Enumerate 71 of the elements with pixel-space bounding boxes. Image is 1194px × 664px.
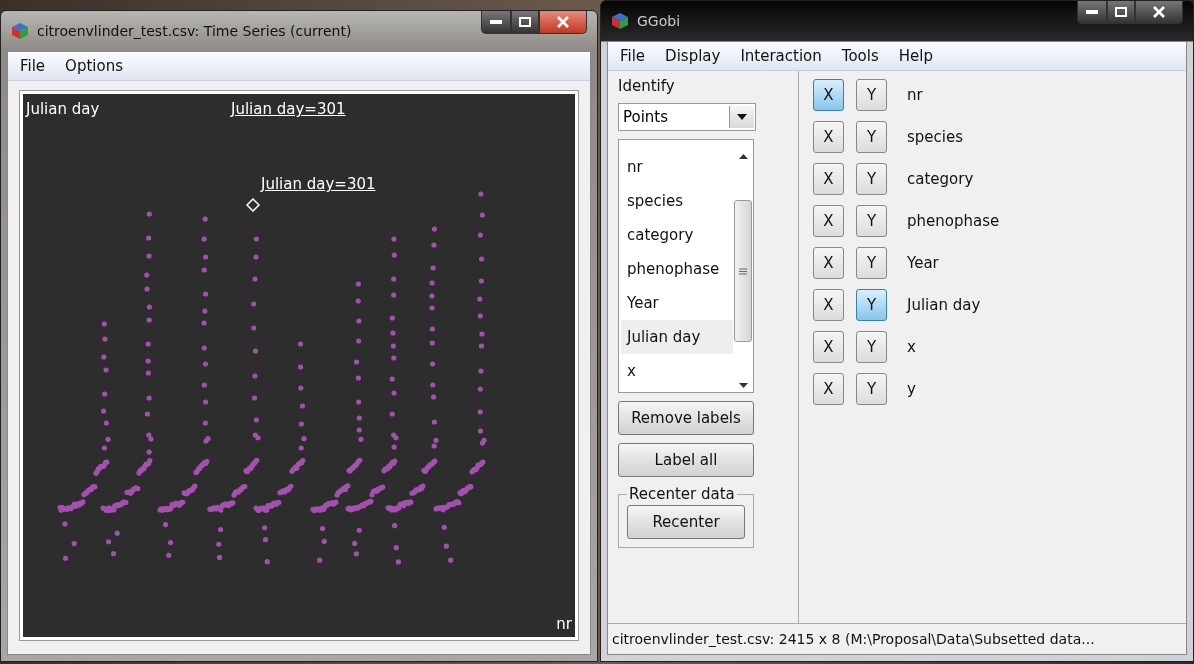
x-toggle-button[interactable]: X (813, 205, 844, 237)
x-toggle-button[interactable]: X (813, 163, 844, 195)
variable-name: category (907, 170, 974, 188)
y-axis-label: Julian day (26, 100, 100, 118)
caret-icon (737, 114, 747, 120)
maximize-button[interactable] (511, 11, 539, 34)
maximize-icon (1115, 7, 1127, 17)
maximize-icon (519, 17, 531, 27)
list-item[interactable]: Year (621, 286, 733, 320)
status-text: citroenvlinder_test.csv: 2415 x 8 (M:\Proposal\Data\Subsetted data... (612, 631, 1095, 647)
list-item[interactable]: nr (621, 150, 733, 184)
window-title: citroenvlinder_test.csv: Time Series (current) (37, 23, 353, 39)
action-button[interactable]: Label all (618, 443, 754, 477)
menu-item[interactable]: Help (898, 47, 933, 65)
scroll-down-icon[interactable] (738, 383, 748, 388)
minimize-icon (1086, 10, 1098, 14)
variable-name: Julian day (907, 296, 981, 314)
y-toggle-button[interactable]: Y (856, 79, 887, 111)
y-toggle-button[interactable]: Y (856, 247, 887, 279)
x-toggle-button[interactable]: X (813, 331, 844, 363)
menu-item[interactable]: Tools (841, 47, 879, 65)
y-toggle-button[interactable]: Y (856, 205, 887, 237)
list-item[interactable]: category (621, 218, 733, 252)
list-item[interactable]: Julian day (621, 320, 733, 354)
x-toggle-button[interactable]: X (813, 121, 844, 153)
cube-logo-icon (11, 22, 29, 40)
scroll-thumb[interactable] (734, 200, 752, 342)
list-item[interactable]: x (621, 354, 733, 388)
x-axis-label: nr (556, 615, 572, 633)
menu-item[interactable]: Options (65, 57, 123, 75)
variable-name: y (907, 380, 916, 398)
close-button[interactable] (1135, 1, 1183, 24)
x-toggle-button[interactable]: X (813, 247, 844, 279)
scroll-up-icon[interactable] (738, 154, 748, 159)
hover-label: Julian day=301 (231, 100, 346, 118)
variable-name: x (907, 338, 916, 356)
close-button[interactable] (539, 11, 587, 34)
close-icon (557, 16, 569, 28)
variable-name: species (907, 128, 964, 146)
maximize-button[interactable] (1107, 1, 1135, 24)
cube-logo-icon (611, 12, 629, 30)
grip-icon (739, 267, 747, 275)
group-title: Recenter data (628, 485, 736, 503)
y-toggle-button[interactable]: Y (856, 331, 887, 363)
menu-item[interactable]: File (620, 47, 646, 65)
list-item[interactable]: species (621, 184, 733, 218)
recenter-button[interactable]: Recenter (627, 505, 745, 539)
variable-name: nr (907, 86, 923, 104)
y-toggle-button[interactable]: Y (856, 373, 887, 405)
minimize-button[interactable] (1077, 1, 1107, 24)
y-toggle-button[interactable]: Y (856, 289, 887, 321)
action-button[interactable]: Remove labels (618, 401, 754, 435)
menu-item[interactable]: Interaction (740, 47, 822, 65)
variable-name: Year (907, 254, 939, 272)
menu-item[interactable]: Display (665, 47, 721, 65)
point-label: Julian day=301 (261, 175, 376, 193)
list-item[interactable]: phenophase (621, 252, 733, 286)
section-label: Identify (618, 77, 676, 95)
x-toggle-button[interactable]: X (813, 79, 844, 111)
x-toggle-button[interactable]: X (813, 373, 844, 405)
variable-name: phenophase (907, 212, 1000, 230)
mode-dropdown[interactable]: Points (618, 103, 756, 131)
x-toggle-button[interactable]: X (813, 289, 844, 321)
minimize-button[interactable] (481, 11, 511, 34)
close-icon (1153, 6, 1165, 18)
diamond-marker-icon (246, 198, 260, 212)
y-toggle-button[interactable]: Y (856, 121, 887, 153)
window-title: GGobi (637, 13, 682, 29)
minimize-icon (490, 20, 502, 24)
menu-item[interactable]: File (20, 57, 46, 75)
y-toggle-button[interactable]: Y (856, 163, 887, 195)
